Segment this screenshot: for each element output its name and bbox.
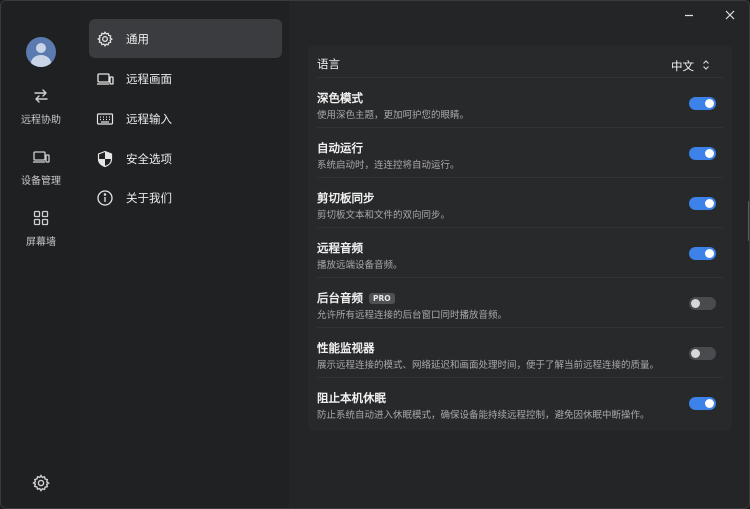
- toggle-knob: [705, 199, 714, 208]
- rail-item-device-management[interactable]: 设备管理: [1, 148, 81, 198]
- setting-desc: 剪切板文本和文件的双向同步。: [317, 210, 451, 221]
- performance-monitor-toggle[interactable]: [689, 347, 716, 360]
- toggle-knob: [705, 149, 714, 158]
- info-icon: [96, 189, 114, 207]
- setting-title-text: 后台音频: [317, 291, 363, 305]
- nav-item-label: 远程画面: [126, 71, 172, 86]
- row-divider: [317, 177, 723, 178]
- setting-desc: 播放远端设备音频。: [317, 260, 403, 271]
- device-icon: [32, 148, 50, 166]
- row-divider: [317, 127, 723, 128]
- left-rail: 远程协助 设备管理 屏幕墙: [1, 1, 81, 508]
- row-divider: [317, 77, 723, 78]
- nav-item-label: 关于我们: [126, 190, 172, 205]
- shield-icon: [96, 150, 114, 168]
- nav-item-remote-input[interactable]: 远程输入: [89, 99, 282, 138]
- setting-row-auto-run: 自动运行 系统启动时，连连控将自动运行。: [308, 132, 732, 178]
- nav-item-remote-display[interactable]: 远程画面: [89, 59, 282, 98]
- setting-title: 自动运行: [317, 141, 363, 155]
- app-window: 远程协助 设备管理 屏幕墙 通用 远程画面 远程输入 安全选项 关于我们 语言 …: [0, 0, 750, 509]
- setting-desc: 使用深色主题，更加呵护您的眼睛。: [317, 110, 470, 121]
- language-label: 语言: [317, 57, 340, 71]
- setting-row-performance-monitor: 性能监视器 展示远程连接的模式、网络延迟和画面处理时间，便于了解当前远程连接的质…: [308, 332, 732, 378]
- close-button[interactable]: [718, 5, 742, 25]
- settings-panel: 语言 中文 深色模式 使用深色主题，更加呵护您的眼睛。 自动运行 系统启动时，连…: [308, 45, 732, 431]
- gear-icon: [31, 474, 51, 497]
- avatar-body: [31, 55, 51, 67]
- setting-title: 深色模式: [317, 91, 363, 105]
- rail-item-label: 屏幕墙: [26, 237, 56, 248]
- toggle-knob: [705, 99, 714, 108]
- gear-icon: [96, 30, 114, 48]
- pro-badge: PRO: [369, 293, 395, 304]
- close-icon: [724, 6, 736, 25]
- row-divider: [317, 377, 723, 378]
- settings-button[interactable]: [31, 473, 51, 493]
- auto-run-toggle[interactable]: [689, 147, 716, 160]
- dark-mode-toggle[interactable]: [689, 97, 716, 110]
- background-audio-toggle[interactable]: [689, 297, 716, 310]
- display-icon: [96, 70, 114, 88]
- setting-row-dark-mode: 深色模式 使用深色主题，更加呵护您的眼睛。: [308, 82, 732, 128]
- row-divider: [317, 327, 723, 328]
- setting-title: 剪切板同步: [317, 191, 375, 205]
- rail-item-screen-wall[interactable]: 屏幕墙: [1, 209, 81, 259]
- nav-item-about[interactable]: 关于我们: [89, 178, 282, 217]
- setting-row-prevent-sleep: 阻止本机休眠 防止系统自动进入休眠模式，确保设备能持续远程控制，避免因休眠中断操…: [308, 382, 732, 428]
- setting-desc: 系统启动时，连连控将自动运行。: [317, 160, 460, 171]
- nav-item-general[interactable]: 通用: [89, 19, 282, 58]
- chevron-updown-icon: [702, 56, 710, 75]
- rail-item-label: 设备管理: [21, 176, 61, 187]
- settings-nav: 通用 远程画面 远程输入 安全选项 关于我们: [81, 1, 289, 508]
- grid-icon: [32, 209, 50, 227]
- setting-desc: 展示远程连接的模式、网络延迟和画面处理时间，便于了解当前远程连接的质量。: [317, 360, 660, 371]
- setting-row-background-audio: 后台音频 PRO 允许所有远程连接的后台窗口同时播放音频。: [308, 282, 732, 328]
- keyboard-icon: [96, 110, 114, 128]
- minimize-button[interactable]: [677, 5, 701, 25]
- rail-item-label: 远程协助: [21, 115, 61, 126]
- row-divider: [317, 277, 723, 278]
- swap-arrows-icon: [32, 87, 50, 105]
- language-value: 中文: [671, 58, 694, 73]
- setting-title: 阻止本机休眠: [317, 391, 386, 405]
- nav-item-label: 通用: [126, 31, 149, 46]
- language-select[interactable]: 中文: [671, 56, 710, 75]
- toggle-knob: [705, 399, 714, 408]
- language-row: 语言 中文: [308, 45, 732, 78]
- rail-item-remote-assist[interactable]: 远程协助: [1, 87, 81, 137]
- setting-title: 远程音频: [317, 241, 363, 255]
- setting-row-clipboard-sync: 剪切板同步 剪切板文本和文件的双向同步。: [308, 182, 732, 228]
- settings-content: 语言 中文 深色模式 使用深色主题，更加呵护您的眼睛。 自动运行 系统启动时，连…: [289, 1, 749, 508]
- minimize-icon: [683, 6, 695, 25]
- nav-item-security[interactable]: 安全选项: [89, 139, 282, 178]
- prevent-sleep-toggle[interactable]: [689, 397, 716, 410]
- nav-item-label: 安全选项: [126, 151, 172, 166]
- toggle-knob: [705, 249, 714, 258]
- avatar-head: [36, 43, 46, 53]
- avatar[interactable]: [26, 37, 56, 67]
- nav-item-label: 远程输入: [126, 111, 172, 126]
- row-divider: [317, 227, 723, 228]
- setting-row-remote-audio: 远程音频 播放远端设备音频。: [308, 232, 732, 278]
- toggle-knob: [691, 349, 700, 358]
- setting-title: 性能监视器: [317, 341, 375, 355]
- setting-desc: 允许所有远程连接的后台窗口同时播放音频。: [317, 310, 508, 321]
- setting-desc: 防止系统自动进入休眠模式，确保设备能持续远程控制，避免因休眠中断操作。: [317, 410, 650, 421]
- toggle-knob: [691, 299, 700, 308]
- clipboard-sync-toggle[interactable]: [689, 197, 716, 210]
- setting-title: 后台音频 PRO: [317, 290, 395, 306]
- remote-audio-toggle[interactable]: [689, 247, 716, 260]
